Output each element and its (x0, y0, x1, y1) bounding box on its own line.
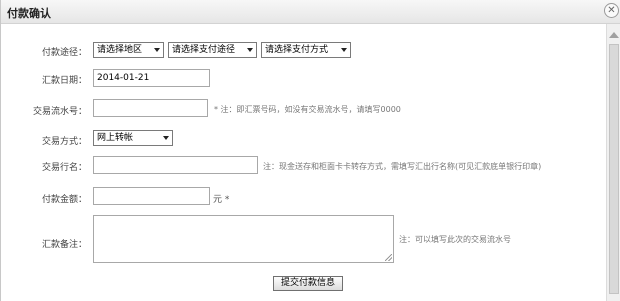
bank-name-field[interactable] (93, 156, 258, 174)
remit-date-field[interactable]: 2014-01-21 (93, 69, 210, 87)
payment-route-select[interactable]: 请选择支付途径 (168, 42, 257, 58)
serial-number-note: * 注：即汇票号码，如没有交易流水号，请填写0000 (214, 105, 401, 114)
amount-field[interactable] (93, 187, 210, 205)
amount-label: 付款金额： (41, 195, 87, 205)
trade-type-select[interactable]: 网上转帐 (93, 130, 173, 146)
serial-number-field[interactable] (93, 99, 208, 117)
chevron-down-icon (341, 48, 347, 52)
resize-grip-icon[interactable] (385, 254, 392, 261)
region-select[interactable]: 请选择地区 (93, 42, 164, 58)
serial-number-label: 交易流水号： (32, 107, 87, 117)
trade-type-select-value: 网上转帐 (97, 133, 134, 143)
payment-route-select-value: 请选择支付途径 (172, 45, 236, 55)
chevron-down-icon (247, 48, 253, 52)
trade-type-label: 交易方式： (41, 137, 87, 147)
submit-payment-button[interactable]: 提交付款信息 (273, 276, 343, 291)
scrollbar-thumb[interactable] (609, 44, 619, 294)
payment-method-select[interactable]: 请选择支付方式 (261, 42, 351, 58)
payment-method-select-value: 请选择支付方式 (265, 45, 329, 55)
scroll-up-icon[interactable] (609, 32, 619, 38)
dialog-title: 付款确认 (7, 7, 51, 20)
remark-textarea[interactable] (93, 215, 394, 263)
vertical-scrollbar[interactable] (606, 24, 620, 301)
bank-name-label: 交易行名： (41, 163, 87, 173)
amount-unit: 元 * (213, 195, 230, 205)
bank-name-note: 注：现金送存和柜面卡卡转存方式，需填写汇出行名称(可见汇款底单银行印章) (263, 162, 542, 171)
payment-confirm-dialog: 付款确认 ✕ 付款途径： 请选择地区 请选择支付途径 请选择支付方式 汇款日期：… (0, 0, 620, 301)
chevron-down-icon (163, 136, 169, 140)
region-select-value: 请选择地区 (97, 45, 143, 55)
payment-path-label: 付款途径： (41, 48, 87, 58)
chevron-down-icon (154, 48, 160, 52)
remark-label: 汇款备注： (41, 240, 87, 250)
dialog-titlebar: 付款确认 ✕ (1, 0, 620, 24)
remark-note: 注：可以填写此次的交易流水号 (399, 235, 511, 244)
close-icon[interactable]: ✕ (604, 3, 619, 18)
remit-date-label: 汇款日期： (41, 76, 87, 86)
